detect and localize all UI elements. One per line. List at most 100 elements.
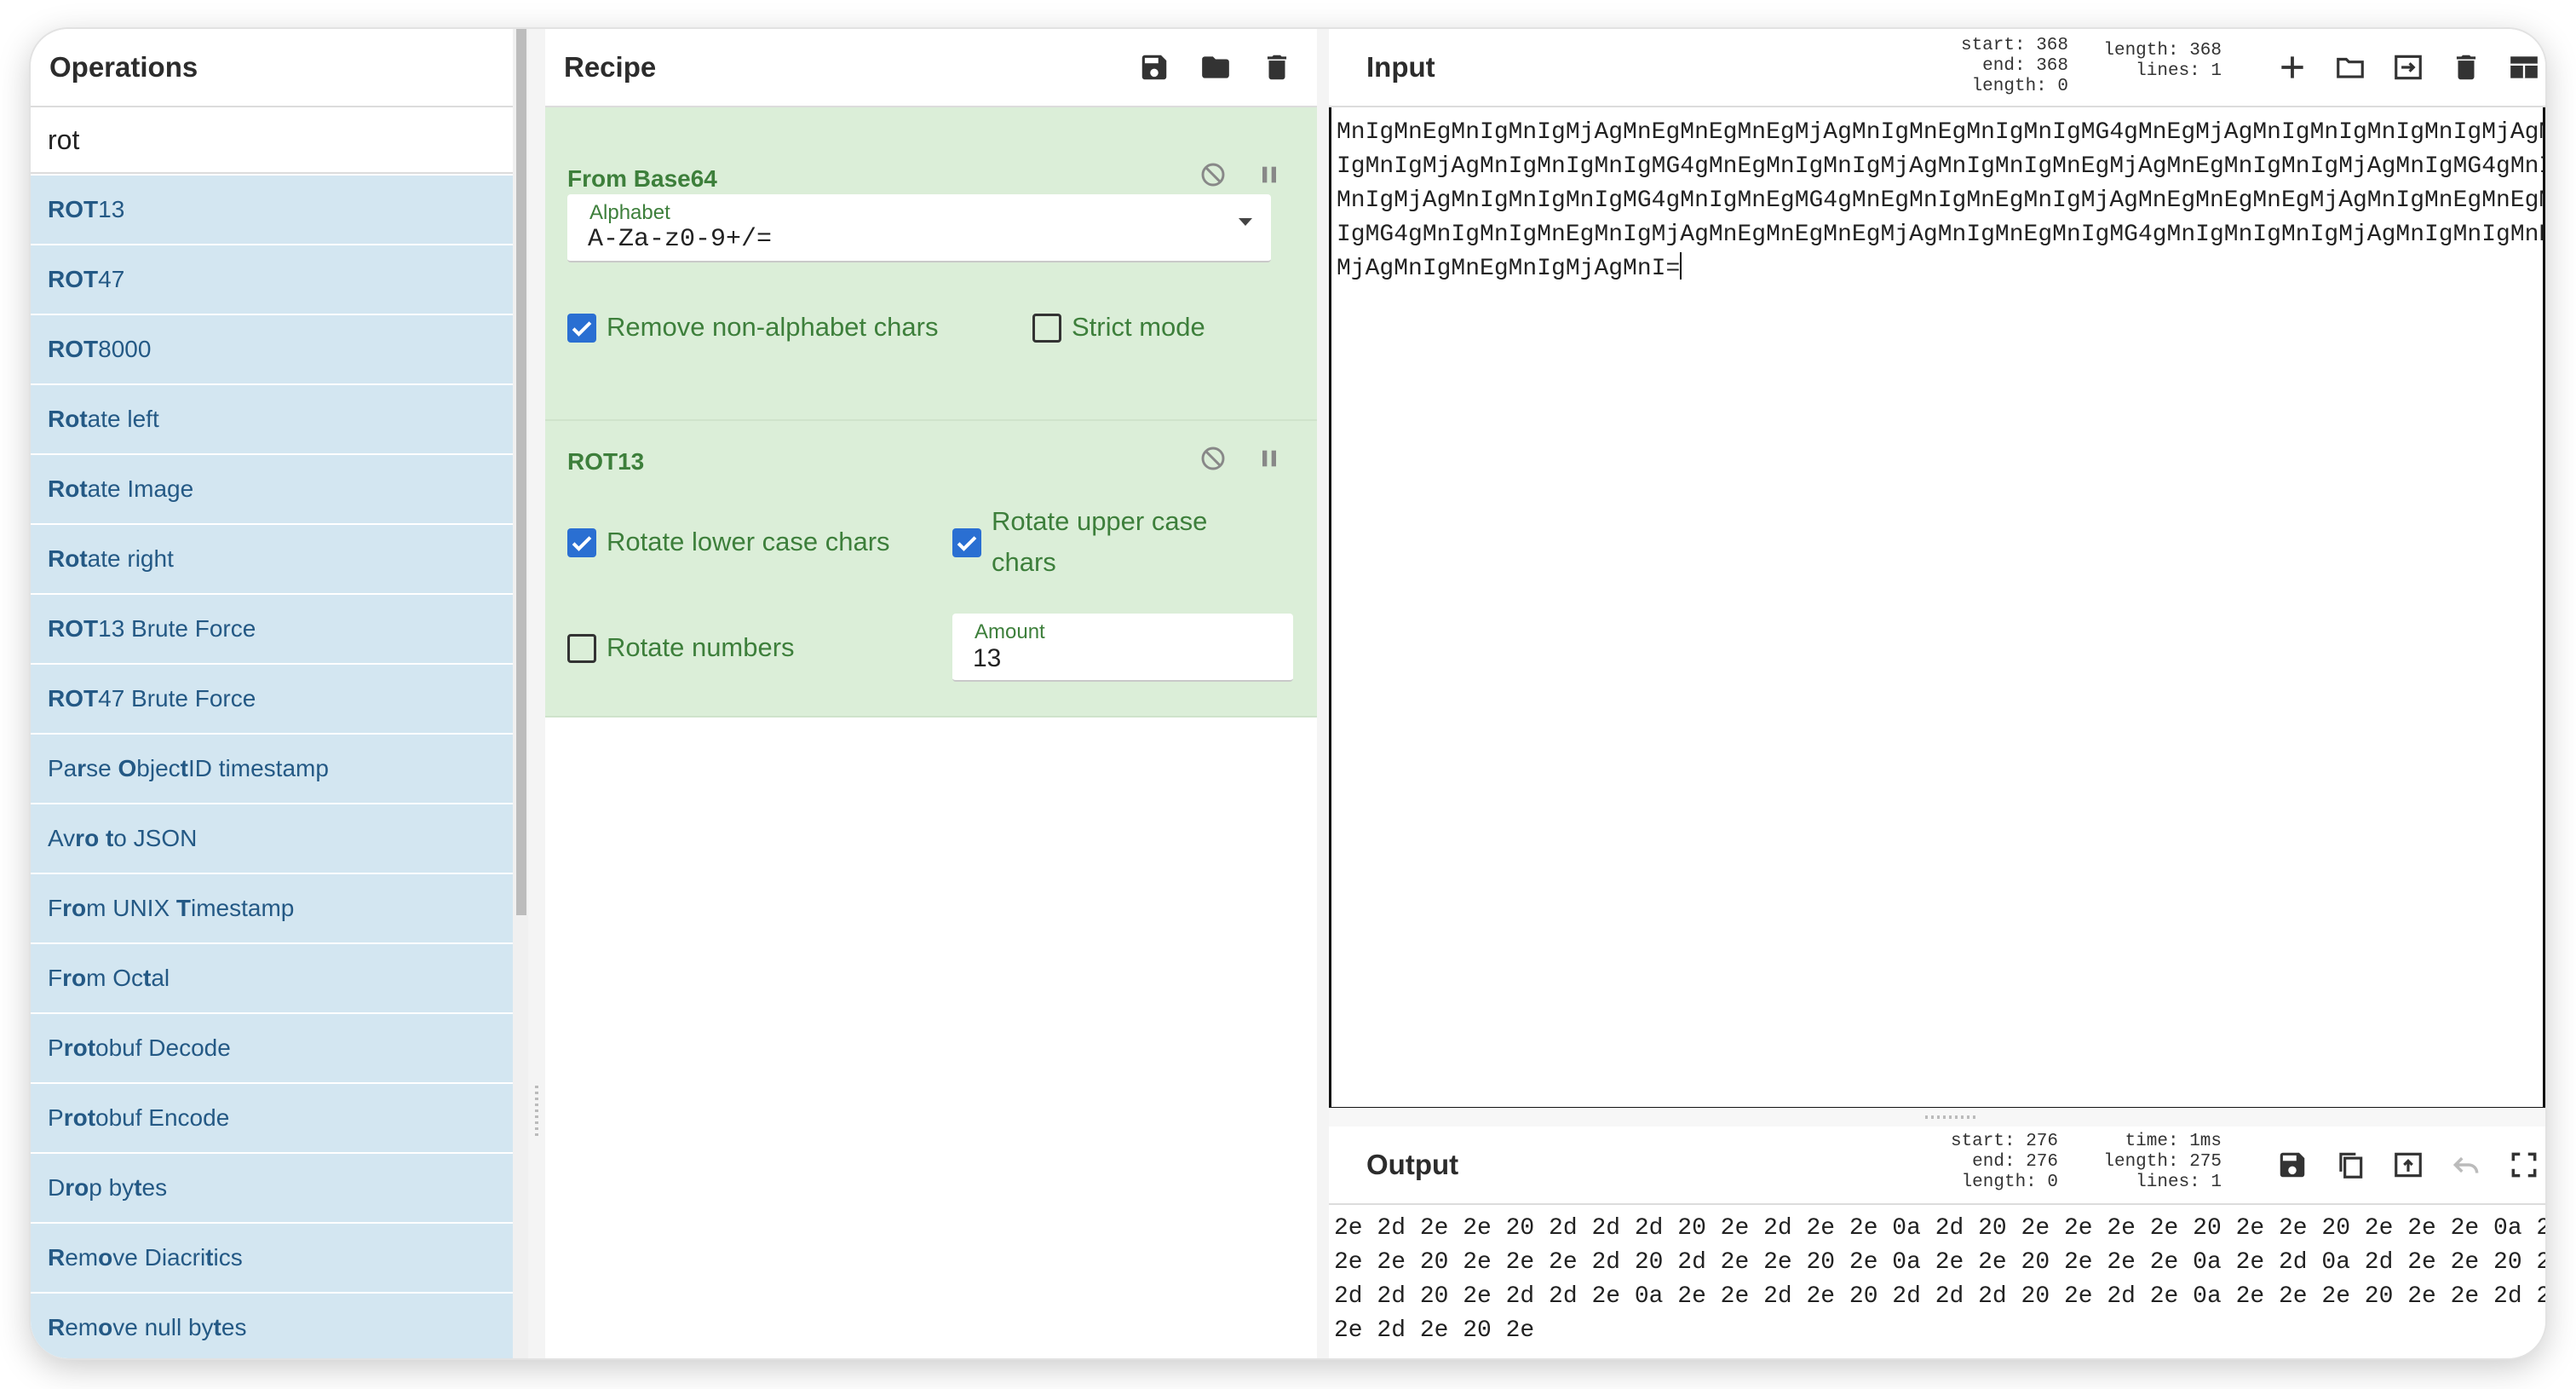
operation-item-label: ROT8000 [48, 336, 152, 362]
save-icon[interactable] [1138, 51, 1170, 84]
disable-icon[interactable] [1199, 161, 1227, 188]
output-end-value: 276 [2026, 1152, 2058, 1172]
checkbox-checked-icon[interactable] [952, 528, 981, 557]
recipe-pane: Recipe From Base64 Alphabet A-Za-z0-9+/=… [545, 29, 1317, 1358]
operation-item-label: Remove null bytes [48, 1314, 247, 1340]
remove-non-alphabet-checkbox[interactable]: Remove non-alphabet chars [567, 312, 938, 348]
output-line: 2e 2d 2e 2e 20 2d 2d 2d 20 2e 2d 2e 2e 0… [1334, 1215, 2545, 1242]
input-selection-stats: start: 368 end: 368 length: 0 [1960, 36, 2068, 96]
operation-item-label: ROT13 [48, 196, 125, 222]
open-folder-icon[interactable] [2334, 51, 2366, 84]
maximize-icon[interactable] [2508, 1149, 2540, 1181]
input-sel-length-value: 0 [2057, 77, 2068, 96]
operation-item[interactable]: Rotate left [31, 385, 513, 455]
output-textarea[interactable]: 2e 2d 2e 2e 20 2d 2d 2d 20 2e 2d 2e 2e 0… [1329, 1205, 2545, 1358]
checkbox-unchecked-icon[interactable] [1032, 314, 1061, 343]
output-time-value: 1ms [2189, 1132, 2222, 1151]
trash-icon[interactable] [1261, 51, 1293, 84]
remove-non-alphabet-label: Remove non-alphabet chars [607, 312, 939, 342]
amount-field[interactable]: Amount 13 [952, 614, 1293, 682]
from-base64-operation: From Base64 Alphabet A-Za-z0-9+/= Remove… [545, 107, 1317, 421]
operation-item-label: Drop bytes [48, 1174, 168, 1201]
clear-input-icon[interactable] [2450, 51, 2482, 84]
input-line: IgMnIgMjAgMnIgMnIgMnIgMG4gMnEgMnIgMnIgMj… [1337, 153, 2545, 180]
input-line: IgMG4gMnIgMnIgMnEgMnIgMjAgMnEgMnEgMnEgMj… [1337, 222, 2545, 248]
checkbox-checked-icon[interactable] [567, 528, 596, 557]
layout-icon[interactable] [2508, 51, 2540, 84]
output-length-value: 275 [2189, 1152, 2222, 1172]
operation-item[interactable]: Rotate right [31, 525, 513, 595]
rotate-lower-label: Rotate lower case chars [607, 527, 890, 556]
operations-scrollbar-thumb[interactable] [516, 29, 526, 915]
rotate-lower-checkbox[interactable]: Rotate lower case chars [567, 527, 890, 562]
input-textarea[interactable]: MnIgMnEgMnIgMnIgMjAgMnEgMnEgMnEgMjAgMnIg… [1329, 107, 2545, 1109]
operation-item-label: Remove Diacritics [48, 1244, 243, 1271]
operation-item-label: ROT47 Brute Force [48, 685, 256, 712]
operation-item[interactable]: ROT8000 [31, 315, 513, 385]
save-output-icon[interactable] [2276, 1149, 2309, 1181]
operation-item[interactable]: Remove null bytes [31, 1294, 513, 1358]
operations-title: Operations [49, 51, 198, 83]
text-cursor [1680, 252, 1682, 280]
operation-item[interactable]: ROT47 Brute Force [31, 665, 513, 735]
operation-item[interactable]: Rotate Image [31, 455, 513, 525]
pause-icon[interactable] [1256, 161, 1283, 188]
input-start-value: 368 [2036, 36, 2068, 55]
operation-item[interactable]: Protobuf Encode [31, 1084, 513, 1154]
replace-input-icon[interactable] [2392, 1149, 2424, 1181]
operation-item-label: Avro to JSON [48, 825, 198, 851]
operations-recipe-divider[interactable] [528, 29, 545, 1358]
checkbox-unchecked-icon[interactable] [567, 634, 596, 663]
output-header: Output start: 276 end: 276 length: 0 tim… [1329, 1127, 2545, 1205]
checkbox-checked-icon[interactable] [567, 314, 596, 343]
input-output-splitter[interactable] [1329, 1108, 2545, 1127]
input-lines-value: 1 [2211, 61, 2222, 81]
operation-item[interactable]: From UNIX Timestamp [31, 874, 513, 944]
recipe-io-divider[interactable] [1317, 29, 1329, 1358]
add-tab-icon[interactable] [2276, 51, 2309, 84]
rotate-upper-checkbox[interactable]: Rotate upper case chars [952, 506, 1207, 603]
alphabet-select[interactable]: Alphabet A-Za-z0-9+/= [567, 194, 1271, 262]
operation-item-label: ROT13 Brute Force [48, 615, 256, 642]
operation-item[interactable]: Protobuf Decode [31, 1014, 513, 1084]
output-info-stats: time: 1ms length: 275 lines: 1 [2103, 1132, 2222, 1192]
operation-item[interactable]: ROT13 Brute Force [31, 595, 513, 665]
disable-icon[interactable] [1199, 445, 1227, 472]
from-base64-title: From Base64 [567, 165, 717, 192]
alphabet-label: Alphabet [589, 201, 670, 224]
operation-item[interactable]: From Octal [31, 944, 513, 1014]
copy-icon[interactable] [2334, 1149, 2366, 1181]
operation-item[interactable]: ROT47 [31, 245, 513, 315]
rotate-numbers-checkbox[interactable]: Rotate numbers [567, 632, 795, 668]
operations-search-input[interactable] [31, 107, 513, 174]
input-length-value: 368 [2189, 41, 2222, 61]
operation-item[interactable]: ROT13 [31, 176, 513, 245]
undo-icon[interactable] [2450, 1149, 2482, 1181]
operation-item-label: Rotate Image [48, 475, 194, 502]
operations-header: Operations [31, 29, 513, 107]
folder-icon[interactable] [1199, 51, 1232, 84]
amount-label: Amount [975, 620, 1045, 643]
operation-item[interactable]: Avro to JSON [31, 804, 513, 874]
input-line: MjAgMnIgMnEgMnIgMjAgMnI= [1337, 256, 1681, 282]
operation-item[interactable]: Drop bytes [31, 1154, 513, 1224]
operation-item[interactable]: Parse ObjectID timestamp [31, 735, 513, 804]
output-selection-stats: start: 276 end: 276 length: 0 [1950, 1132, 2058, 1192]
operation-item-label: From UNIX Timestamp [48, 895, 295, 921]
output-line: 2e 2e 20 2e 2e 2e 2d 20 2d 2e 2e 20 2e 0… [1334, 1249, 2545, 1276]
output-line: 2d 2d 20 2e 2d 2d 2e 0a 2e 2e 2d 2e 20 2… [1334, 1283, 2545, 1310]
amount-value: 13 [973, 644, 1002, 672]
open-file-icon[interactable] [2392, 51, 2424, 84]
input-header: Input start: 368 end: 368 length: 0 leng… [1329, 29, 2545, 107]
input-line: MnIgMnEgMnIgMnIgMjAgMnEgMnEgMnEgMjAgMnIg… [1337, 119, 2545, 146]
chevron-down-icon[interactable] [1239, 218, 1252, 226]
strict-mode-checkbox[interactable]: Strict mode [1032, 312, 1205, 348]
rotate-upper-label-line2: chars [992, 547, 1056, 577]
output-lines-value: 1 [2211, 1173, 2222, 1192]
rot13-operation: ROT13 Rotate lower case chars Rotate upp… [545, 421, 1317, 718]
operation-item[interactable]: Remove Diacritics [31, 1224, 513, 1294]
strict-mode-label: Strict mode [1072, 312, 1205, 342]
output-line: 2e 2d 2e 20 2e [1334, 1317, 1535, 1344]
pause-icon[interactable] [1256, 445, 1283, 472]
rotate-numbers-label: Rotate numbers [607, 632, 795, 662]
